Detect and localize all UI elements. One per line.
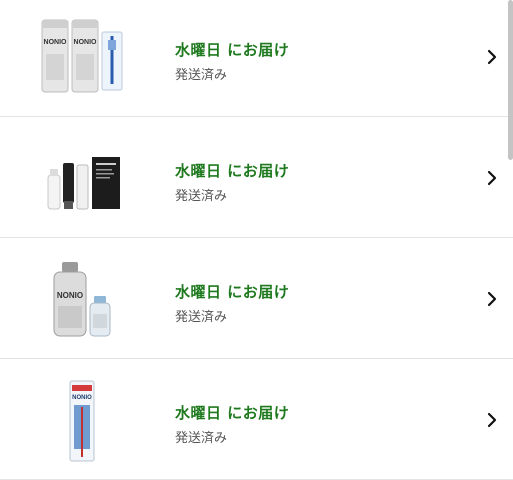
product-thumbnail: NONIO [69,380,95,462]
order-row[interactable]: 水曜日 にお届け 発送済み [0,117,513,238]
shipping-status: 発送済み [175,431,228,446]
delivery-date: 水曜日 にお届け [175,404,290,422]
order-row[interactable]: NONIO NONIO 水曜日 にお届け 発送済み [0,0,513,117]
order-list: NONIO NONIO 水曜日 にお届け 発送済み 水曜日 にお届け 発送済み … [0,0,513,480]
chevron-right-icon[interactable] [485,290,499,308]
svg-text:NONIO: NONIO [74,39,98,46]
toothbrush-pack: NONIO [69,380,95,462]
mouthwash-bottle: NONIO [53,262,87,337]
order-row[interactable]: NONIO 水曜日 にお届け 発送済み [0,238,513,359]
toothpaste-tube: NONIO [41,19,69,93]
toothbrush-pack [101,31,123,91]
svg-text:NONIO: NONIO [72,395,92,401]
scrollbar[interactable] [508,0,513,160]
order-row[interactable]: NONIO 水曜日 にお届け 発送済み [0,359,513,480]
product-tube [63,163,74,209]
product-box [92,157,120,209]
shipping-status: 発送済み [175,68,228,83]
svg-text:NONIO: NONIO [57,291,83,300]
chevron-right-icon[interactable] [485,169,499,187]
chevron-right-icon[interactable] [485,48,499,66]
product-thumbnail [47,157,120,210]
product-bottle [47,169,61,210]
delivery-date: 水曜日 にお届け [175,162,290,180]
shipping-status: 発送済み [175,189,228,204]
toothpaste-tube: NONIO [71,19,99,93]
svg-text:NONIO: NONIO [44,39,68,46]
mouthwash-small-bottle [89,296,111,337]
product-tube [76,164,89,210]
product-thumbnail[interactable]: NONIO NONIO [34,14,134,100]
delivery-date: 水曜日 にお届け [175,41,290,59]
shipping-status: 発送済み [175,310,228,325]
chevron-right-icon[interactable] [485,411,499,429]
product-thumbnail: NONIO [53,262,111,337]
delivery-date: 水曜日 にお届け [175,283,290,301]
